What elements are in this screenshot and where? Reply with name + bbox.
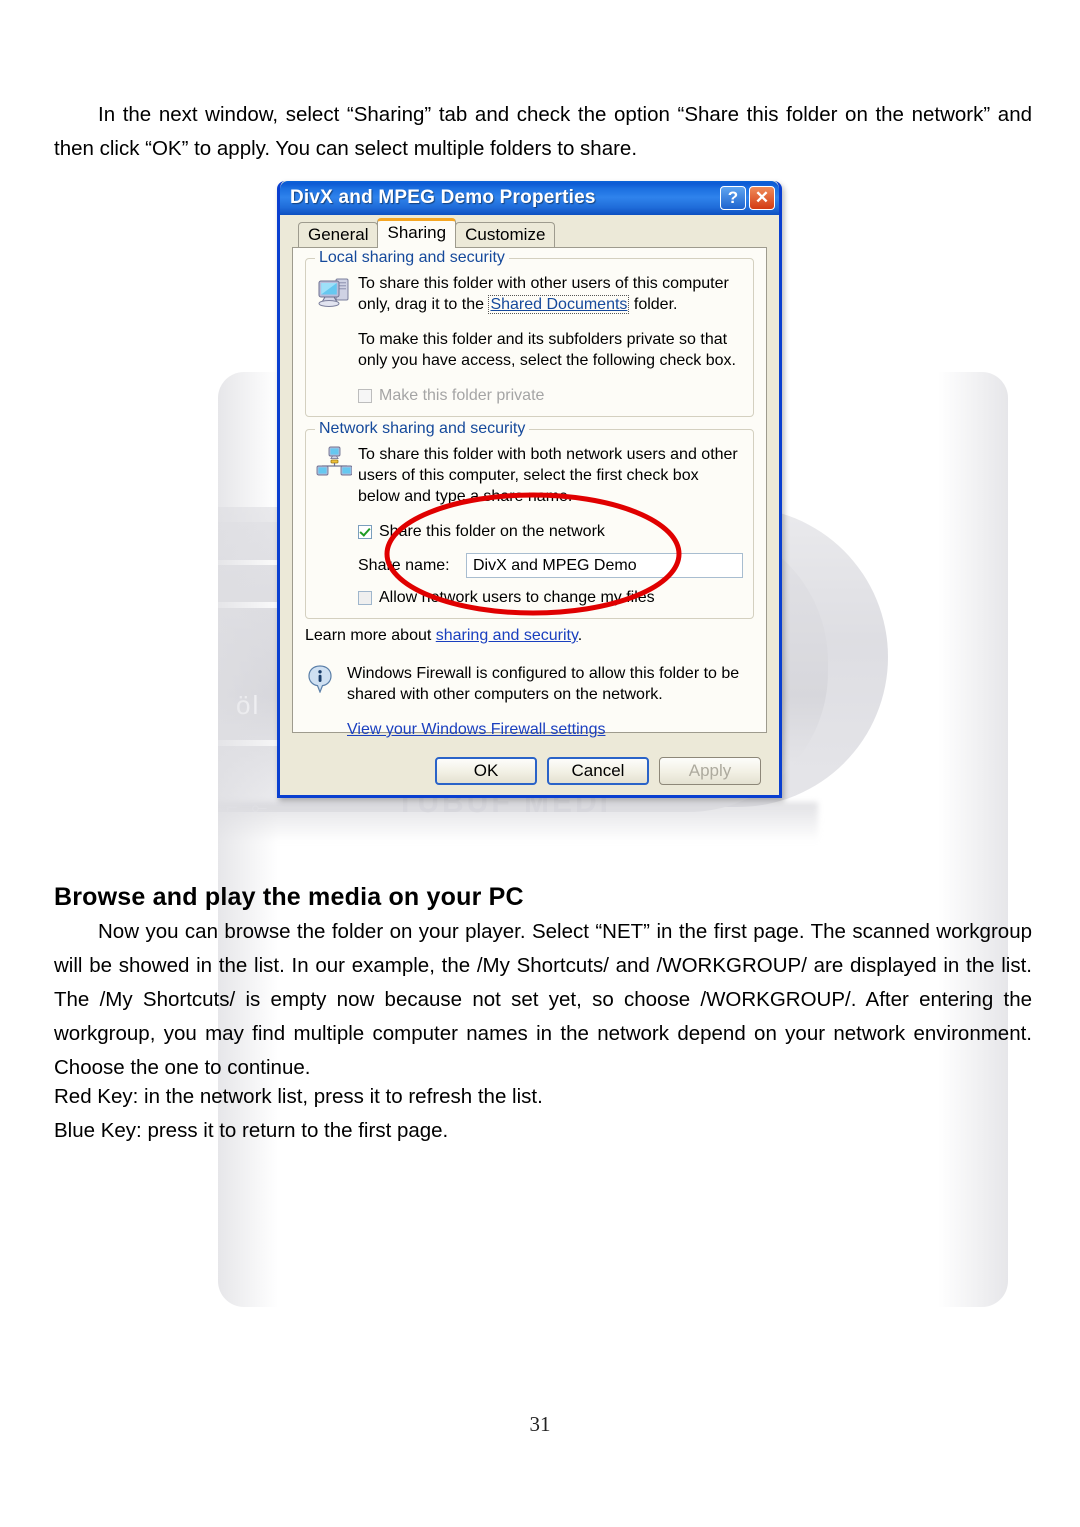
local-sharing-group-title: Local sharing and security	[315, 249, 509, 267]
intro-paragraph: In the next window, select “Sharing” tab…	[54, 103, 1032, 160]
tab-customize[interactable]: Customize	[455, 222, 556, 248]
local-sharing-text-2: To make this folder and its subfolders p…	[358, 331, 736, 369]
share-folder-checkbox-label: Share this folder on the network	[379, 523, 605, 540]
allow-change-checkbox-label: Allow network users to change my files	[379, 589, 655, 606]
allow-change-checkbox[interactable]	[358, 590, 372, 605]
local-sharing-text-1: To share this folder with other users of…	[358, 273, 743, 315]
tab-sharing[interactable]: Sharing	[377, 218, 457, 248]
red-key-line: Red Key: in the network list, press it t…	[54, 1085, 543, 1108]
share-name-input[interactable]	[466, 553, 743, 578]
tab-general[interactable]: General	[298, 222, 379, 248]
sharing-and-security-link[interactable]: sharing and security	[436, 627, 578, 644]
page-title: Browse and play the media on your PC	[54, 883, 524, 911]
close-icon[interactable]: ✕	[749, 186, 775, 210]
dialog-titlebar: DivX and MPEG Demo Properties ? ✕	[280, 181, 779, 215]
apply-button: Apply	[659, 757, 761, 785]
local-sharing-group: Local sharing and security To share this…	[305, 249, 754, 417]
ok-button[interactable]: OK	[435, 757, 537, 785]
computer-icon	[316, 273, 358, 314]
page-fold-left	[218, 372, 278, 1307]
firewall-notice: Windows Firewall is configured to allow …	[305, 663, 754, 740]
network-computers-icon	[316, 444, 358, 483]
dialog-title: DivX and MPEG Demo Properties	[290, 187, 596, 208]
share-name-row: Share name:	[358, 553, 743, 578]
cancel-button[interactable]: Cancel	[547, 757, 649, 785]
share-name-label: Share name:	[358, 557, 450, 574]
make-private-checkbox-row[interactable]: Make this folder private	[358, 385, 743, 406]
allow-change-checkbox-row[interactable]: Allow network users to change my files	[358, 587, 743, 608]
help-icon[interactable]: ?	[720, 186, 746, 210]
learn-more-after: .	[577, 627, 583, 644]
dialog-tabstrip: General Sharing Customize	[280, 218, 779, 248]
make-private-checkbox-label: Make this folder private	[379, 387, 545, 404]
network-sharing-group-title: Network sharing and security	[315, 420, 530, 438]
network-sharing-group: Network sharing and security To share th…	[305, 420, 754, 619]
page-number: 31	[529, 1412, 551, 1436]
page-fold-right	[938, 372, 1008, 1307]
folder-properties-dialog: DivX and MPEG Demo Properties ? ✕ Genera…	[277, 181, 782, 798]
learn-more-before: Learn more about	[305, 627, 436, 644]
shared-documents-link[interactable]: Shared Documents	[488, 295, 630, 314]
firewall-settings-link[interactable]: View your Windows Firewall settings	[347, 721, 605, 738]
dialog-button-row: OK Cancel Apply	[280, 757, 779, 785]
sharing-tab-panel: Local sharing and security To share this…	[292, 247, 767, 738]
share-folder-checkbox[interactable]	[358, 524, 372, 539]
info-icon	[307, 663, 347, 698]
make-private-checkbox[interactable]	[358, 388, 372, 403]
watermark-shadow	[218, 802, 818, 842]
local-sharing-text-1-after: folder.	[629, 296, 678, 313]
share-folder-checkbox-row[interactable]: Share this folder on the network	[358, 521, 743, 542]
learn-more-row: Learn more about sharing and security.	[305, 627, 754, 645]
firewall-notice-text: Windows Firewall is configured to allow …	[347, 665, 740, 703]
browse-paragraph: Now you can browse the folder on your pl…	[54, 920, 1032, 1079]
blue-key-line: Blue Key: press it to return to the firs…	[54, 1119, 449, 1142]
network-sharing-text-1: To share this folder with both network u…	[358, 446, 738, 505]
